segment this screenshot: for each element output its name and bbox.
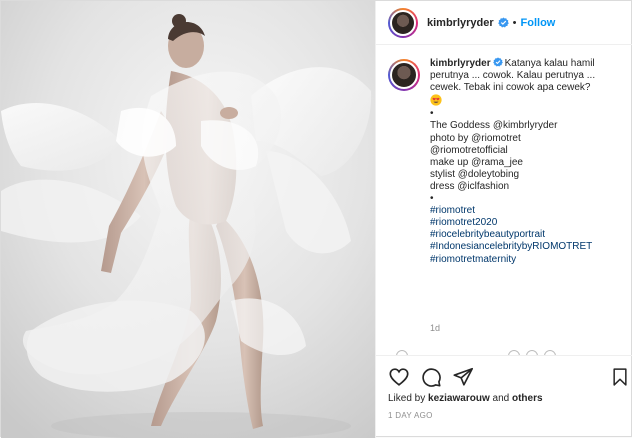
verified-badge-icon <box>497 17 509 28</box>
maternity-photo-illustration <box>1 1 375 438</box>
comment-icon[interactable] <box>420 366 442 388</box>
caption-author-avatar[interactable] <box>388 59 420 91</box>
liked-others-link[interactable]: others <box>512 393 543 404</box>
bookmark-icon[interactable] <box>610 366 630 388</box>
caption-comment: kimbrlyryder Katanya kalau hamil perutnya… <box>388 57 624 266</box>
liked-and: and <box>489 393 512 404</box>
caption-line: stylist @doleytobing <box>430 168 520 180</box>
verified-badge-icon <box>492 57 503 67</box>
caption-line: • <box>430 108 434 120</box>
heart-eyes-emoji-icon <box>430 94 442 106</box>
hashtag-link[interactable]: #riomotretmaternity <box>430 254 624 266</box>
caption-line: • <box>430 193 434 205</box>
caption-line: Katanya kalau hamil <box>504 58 595 69</box>
caption-text: kimbrlyryder Katanya kalau hamil perutnya… <box>430 57 624 266</box>
caption-line: cewek. Tebak ini cowok apa cewek? <box>430 82 591 94</box>
hashtag-link[interactable]: #riomotret <box>430 205 624 217</box>
liked-by-user[interactable]: keziawarouw <box>428 393 490 404</box>
post-header: kimbrlyryder • Follow <box>376 1 632 45</box>
header-separator: • <box>512 16 517 29</box>
caption-line: make up @rama_jee <box>430 156 523 168</box>
share-icon[interactable] <box>452 366 474 388</box>
instagram-post: kimbrlyryder • Follow kimbrlyryder Katany… <box>0 0 632 438</box>
hashtag-link[interactable]: #riomotret2020 <box>430 217 624 229</box>
caption-line: @riomotretofficial <box>430 144 508 156</box>
caption-line: photo by @riomotret <box>430 132 521 144</box>
caption-time-ago: 1d <box>430 323 441 333</box>
caption-area: kimbrlyryder Katanya kalau hamil perutnya… <box>376 57 632 347</box>
post-side-panel: kimbrlyryder • Follow kimbrlyryder Katany… <box>375 1 632 438</box>
caption-line: dress @iclfashion <box>430 180 510 192</box>
hashtag-link[interactable]: #riocelebritybeautyportrait <box>430 229 624 241</box>
caption-line: The Goddess @kimbrlyryder <box>430 120 558 132</box>
caption-line: perutnya ... cowok. Kalau perutnya ... <box>430 70 596 82</box>
heart-icon[interactable] <box>388 366 410 388</box>
post-photo[interactable] <box>1 1 375 438</box>
post-date[interactable]: 1 DAY AGO <box>388 411 433 420</box>
liked-by-line: Liked by keziawarouw and others <box>388 393 543 404</box>
author-avatar[interactable] <box>388 7 418 38</box>
author-username[interactable]: kimbrlyryder <box>427 17 494 29</box>
action-bar <box>376 355 632 395</box>
follow-button[interactable]: Follow <box>521 17 556 29</box>
next-comment-peek <box>388 347 628 355</box>
liked-prefix: Liked by <box>388 393 429 404</box>
hashtag-link[interactable]: #IndonesiancelebritybyRIOMOTRET <box>430 241 624 253</box>
caption-author-username[interactable]: kimbrlyryder <box>430 58 491 69</box>
